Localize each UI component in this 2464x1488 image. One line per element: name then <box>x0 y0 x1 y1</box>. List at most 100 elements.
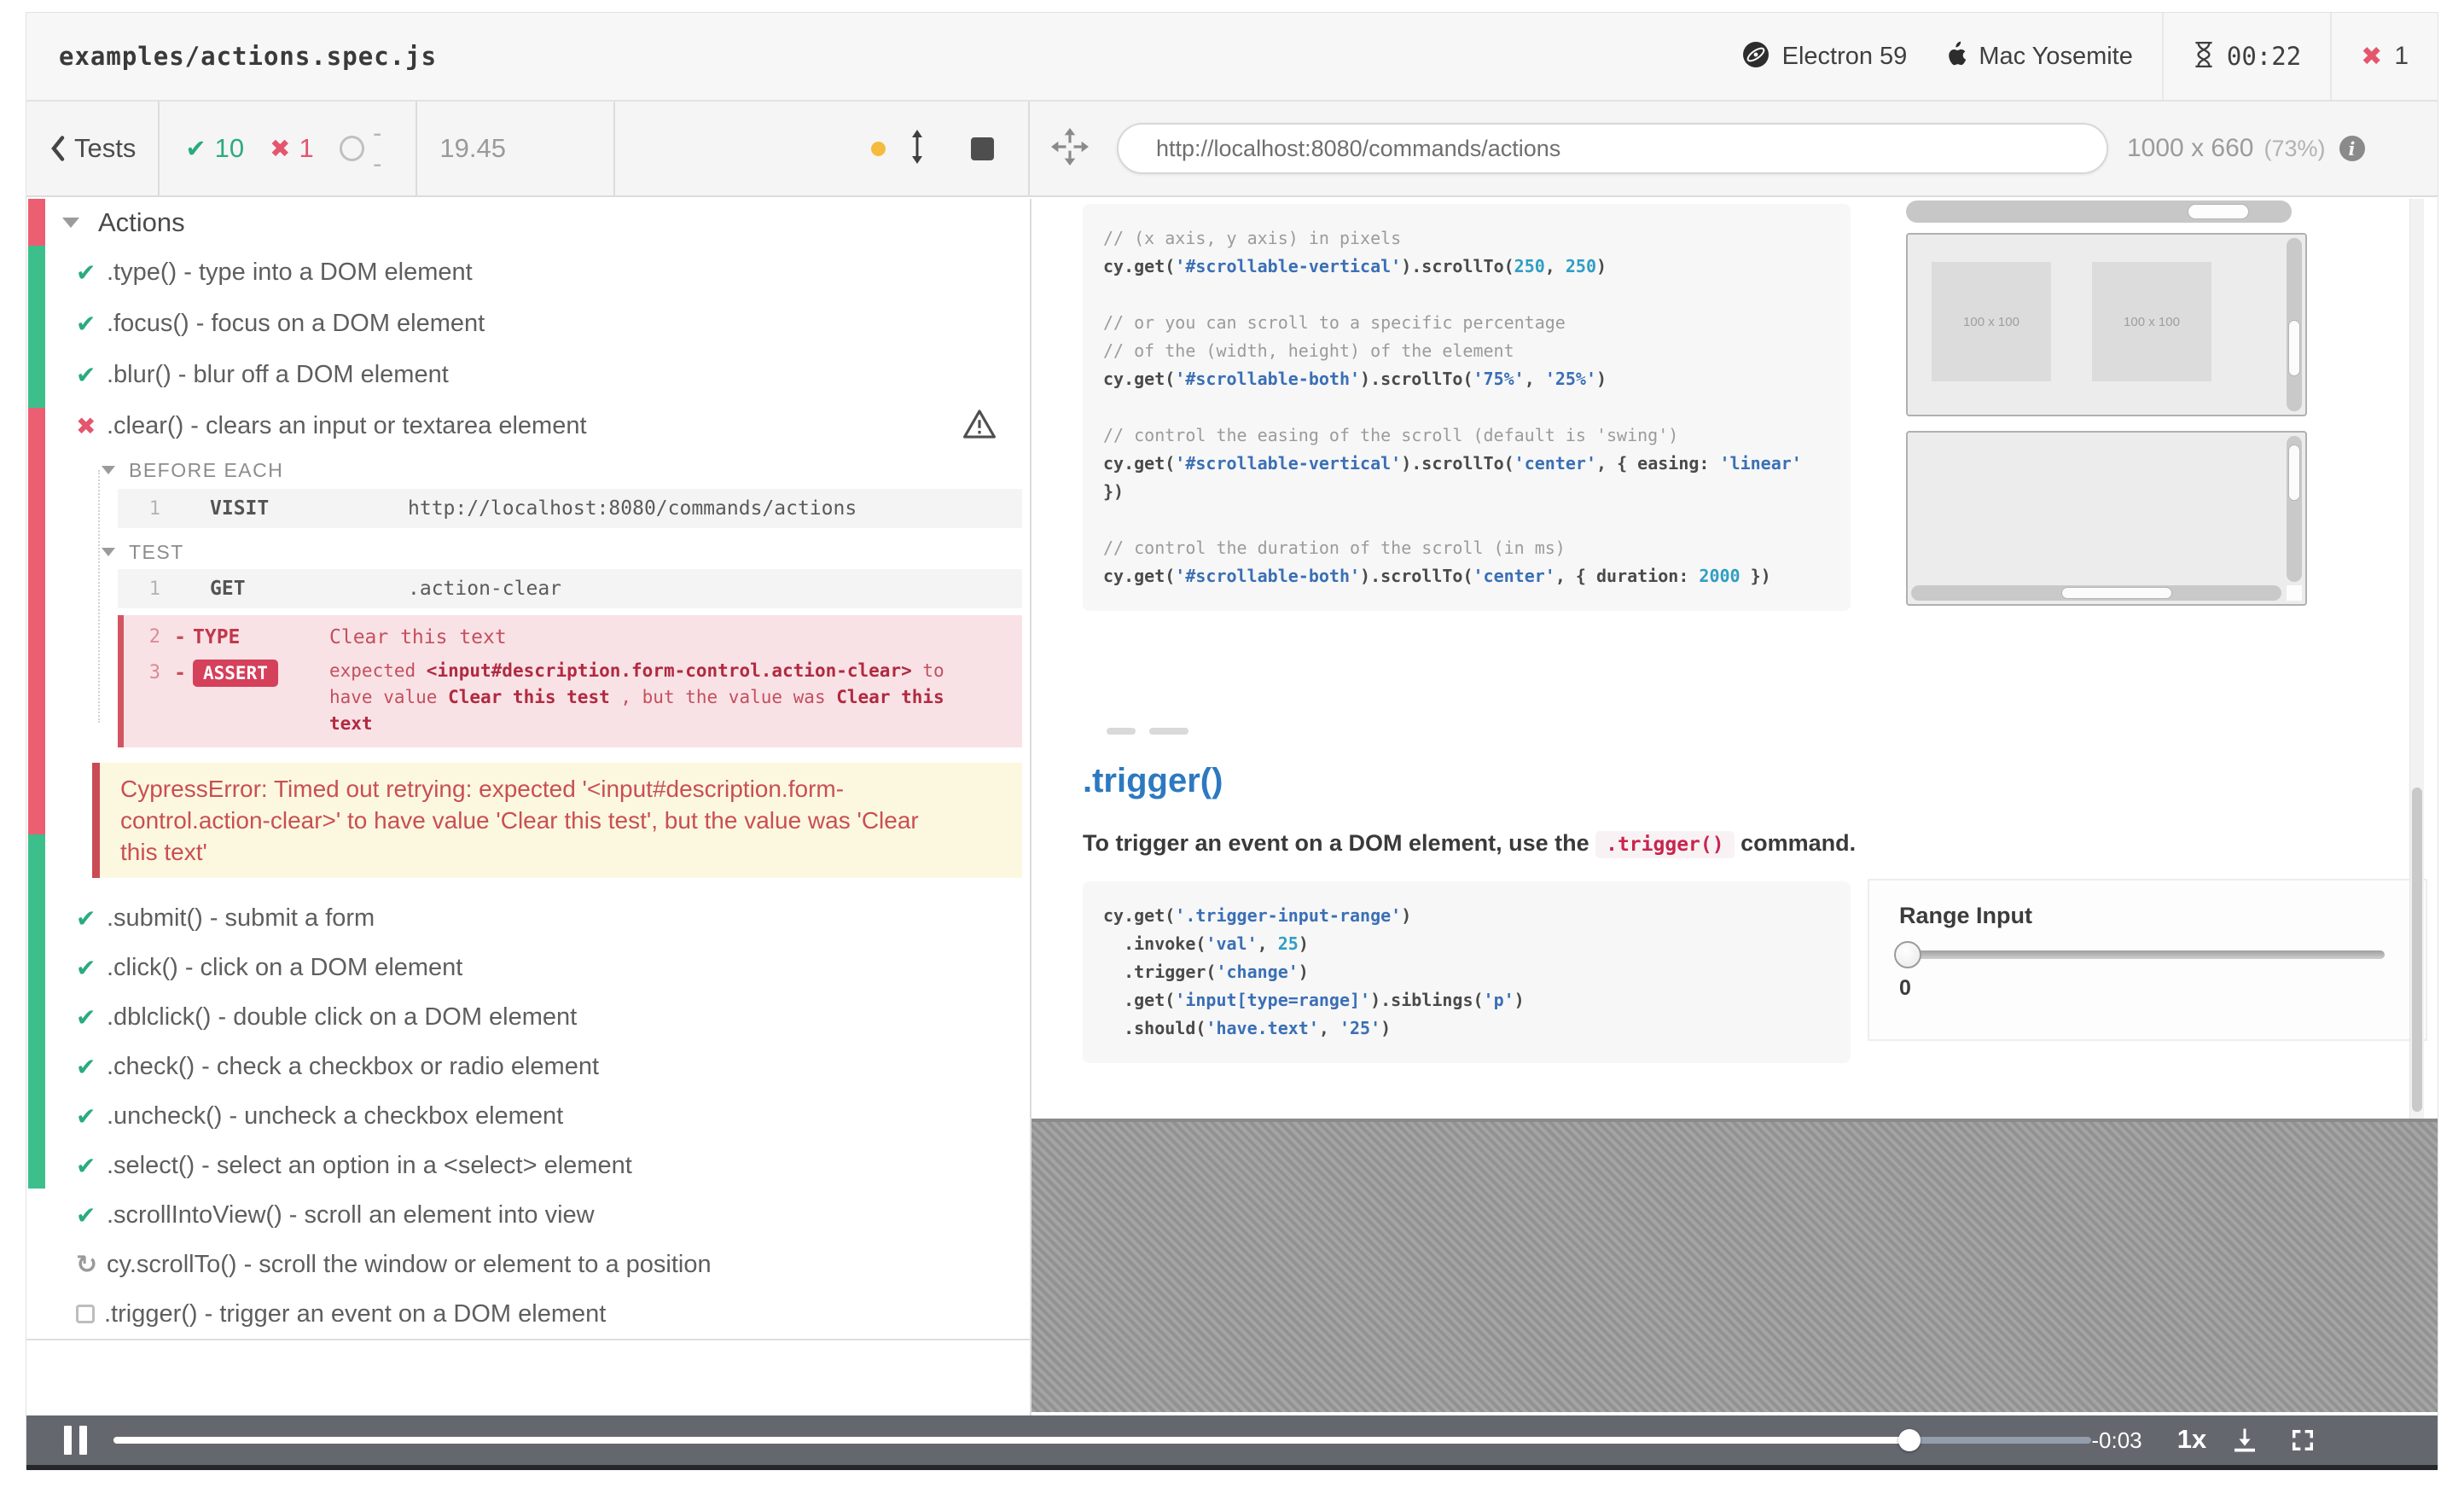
scrollbar-thumb[interactable] <box>2412 788 2422 1112</box>
seek-bar[interactable] <box>113 1429 2091 1451</box>
command-name: GET <box>210 578 246 600</box>
horizontal-scrollbar[interactable] <box>1911 585 2281 601</box>
get-command-row[interactable]: 1 GET .action-clear <box>118 569 1022 608</box>
test-row[interactable]: ✔ .check() - check a checkbox or radio el… <box>26 1042 1030 1091</box>
error-message: CypressError: Timed out retrying: expect… <box>120 776 919 865</box>
back-label: Tests <box>74 133 137 163</box>
test-row[interactable]: ✔ .click() - click on a DOM element <box>26 943 1030 992</box>
type-command-row[interactable]: 2 - TYPE Clear this text <box>124 622 1022 653</box>
assert-badge-wrap: ASSERT <box>193 658 312 689</box>
url-input[interactable] <box>1119 135 2107 162</box>
playback-speed-button[interactable]: 1x <box>2166 1424 2217 1455</box>
scrollbar-thumb[interactable] <box>2288 320 2300 376</box>
chevron-left-icon <box>51 136 65 161</box>
fail-icon: ✖ <box>76 411 96 440</box>
range-slider[interactable] <box>1894 941 2385 968</box>
command-number: 3 <box>148 662 160 683</box>
log-connector-line <box>98 470 100 723</box>
visit-command-row[interactable]: 1 VISIT http://localhost:8080/commands/a… <box>118 489 1022 528</box>
trigger-code-block: cy.get('.trigger-input-range') .invoke('… <box>1083 881 1851 1063</box>
trigger-heading[interactable]: .trigger() <box>1083 762 1223 800</box>
selector-playground-icon[interactable] <box>1050 127 1090 171</box>
header-bar: examples/actions.spec.js Electron 59 Mac… <box>26 13 2438 102</box>
circle-icon <box>339 136 365 161</box>
before-each-header[interactable]: BEFORE EACH <box>26 451 1030 489</box>
test-row[interactable]: .trigger() - trigger an event on a DOM e… <box>26 1289 1030 1339</box>
code-line: .invoke('val', 25) <box>1103 933 1309 954</box>
env-section: Electron 59 Mac Yosemite <box>1712 13 2162 100</box>
vertical-scrollbar[interactable] <box>2287 436 2302 582</box>
pass-icon: ✔ <box>76 904 96 933</box>
log-divider <box>26 1339 1030 1340</box>
assert-command-row[interactable]: 3 - ASSERT expected <input#description.f… <box>124 658 1022 737</box>
pass-icon: ✔ <box>76 1151 96 1180</box>
assert-badge: ASSERT <box>193 660 278 687</box>
highlight-dot-icon[interactable] <box>871 141 886 156</box>
command-dash: - <box>174 626 186 648</box>
scrollable-box-horizontal[interactable]: 100 x 100 100 x 100 <box>1906 233 2307 416</box>
failed-commands-block: 2 - TYPE Clear this text 3 - ASSERT expe… <box>118 615 1022 747</box>
runner-background-hatch <box>1032 1119 2438 1412</box>
running-icon: ↻ <box>76 1249 98 1280</box>
aut-panel: // (x axis, y axis) in pixels cy.get('#sc… <box>1032 199 2438 1415</box>
test-row[interactable]: ✔ .scrollIntoView() - scroll an element i… <box>26 1190 1030 1240</box>
pause-button[interactable] <box>64 1426 87 1455</box>
scrollbar-thumb[interactable] <box>2061 587 2172 599</box>
test-row[interactable]: ✔ .dblclick() - double click on a DOM ele… <box>26 992 1030 1042</box>
hourglass-icon <box>2193 41 2215 73</box>
fullscreen-icon[interactable] <box>2289 1427 2316 1458</box>
pass-icon: ✔ <box>76 360 96 389</box>
seek-bar-knob[interactable] <box>1898 1429 1921 1451</box>
horizontal-scrollbar[interactable] <box>1906 201 2292 223</box>
inline-code: .trigger() <box>1595 831 1735 858</box>
code-line: // or you can scroll to a specific perce… <box>1103 312 1566 333</box>
test-row[interactable]: ✔ .type() - type into a DOM element <box>26 247 1030 298</box>
code-line: cy.get('#scrollable-both').scrollTo('cen… <box>1103 566 1771 586</box>
cypress-runner-screen: examples/actions.spec.js Electron 59 Mac… <box>0 0 2464 1488</box>
page-scrollbar[interactable] <box>2409 199 2424 1119</box>
toolbar: Tests ✔ 10 ✖ 1 -- 19.45 http://localhost… <box>26 102 2438 197</box>
browser-label: Electron 59 <box>1781 42 1908 70</box>
scrollbar-thumb[interactable] <box>2188 204 2249 219</box>
range-slider-knob[interactable] <box>1894 941 1921 968</box>
vertical-scrollbar[interactable] <box>2287 238 2302 411</box>
code-line: // control the easing of the scroll (def… <box>1103 425 1679 445</box>
assert-message: expected <input#description.form-control… <box>329 660 944 734</box>
command-name: VISIT <box>210 497 270 520</box>
test-row[interactable]: ✔ .select() - select an option in a <sele… <box>26 1141 1030 1190</box>
test-row[interactable]: ✔ .focus() - focus on a DOM element <box>26 298 1030 349</box>
command-number: 1 <box>148 497 160 520</box>
test-row[interactable]: ✖ .clear() - clears an input or textarea … <box>26 400 1030 451</box>
download-icon[interactable] <box>2229 1425 2260 1460</box>
test-row[interactable]: ✔ .submit() - submit a form <box>26 893 1030 943</box>
snapshot-controls <box>871 129 1028 168</box>
code-line: // (x axis, y axis) in pixels <box>1103 228 1402 248</box>
pass-icon: ✔ <box>76 953 96 982</box>
code-line: .trigger('change') <box>1103 962 1309 982</box>
pass-icon: ✔ <box>76 1052 96 1081</box>
test-row[interactable]: ✔ .blur() - blur off a DOM element <box>26 349 1030 400</box>
warning-icon <box>963 409 996 444</box>
fail-count: 1 <box>2394 42 2409 70</box>
test-label: .type() - type into a DOM element <box>107 258 473 286</box>
test-label: .select() - select an option in a <selec… <box>107 1151 632 1179</box>
video-player-bar: -0:03 1x <box>26 1415 2438 1465</box>
pending-checkbox-icon <box>76 1305 95 1323</box>
scrollable-box-both[interactable] <box>1906 431 2307 606</box>
test-section-header[interactable]: TEST <box>26 535 1030 569</box>
test-row[interactable]: ✔ .uncheck() - uncheck a checkbox element <box>26 1091 1030 1141</box>
info-icon[interactable]: i <box>2339 136 2365 161</box>
test-row[interactable]: ↻ cy.scrollTo() - scroll the window or el… <box>26 1240 1030 1289</box>
pass-icon: ✔ <box>76 1200 96 1229</box>
updown-arrow-icon[interactable] <box>908 129 927 168</box>
test-label: .focus() - focus on a DOM element <box>107 309 485 337</box>
suite-header[interactable]: Actions <box>26 199 1030 247</box>
url-bar[interactable] <box>1117 123 2108 174</box>
divider-dashes <box>1107 728 1188 735</box>
stop-button[interactable] <box>971 137 994 160</box>
test-list-bottom: ✔ .submit() - submit a form ✔ .click() - cl… <box>26 893 1030 1339</box>
test-label: .uncheck() - uncheck a checkbox element <box>107 1101 564 1130</box>
scrollbar-thumb[interactable] <box>2288 445 2300 501</box>
aut-toolbar: 1000 x 660 (73%) i <box>1030 102 2438 195</box>
back-to-tests-button[interactable]: Tests <box>26 102 158 195</box>
